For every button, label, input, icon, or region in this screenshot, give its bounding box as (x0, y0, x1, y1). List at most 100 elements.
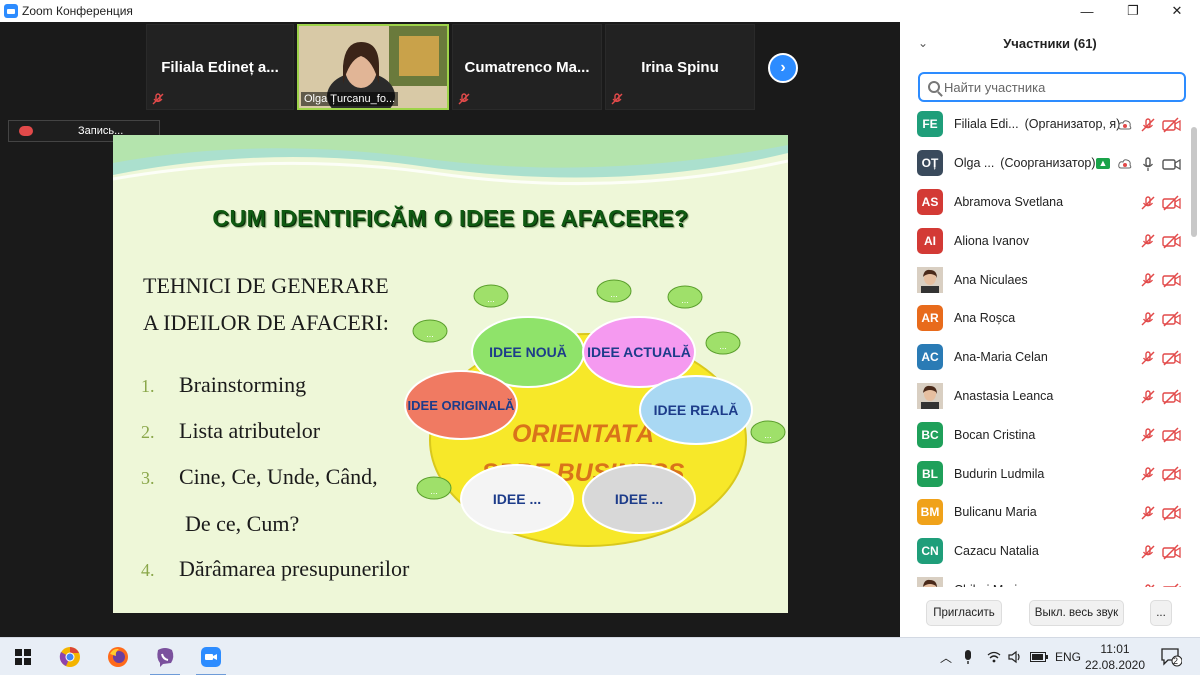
participant-row[interactable]: AC Ana-Maria Celan (900, 338, 1190, 377)
active-speaker-thumbnail[interactable]: Olga Țurcanu_fo... (297, 24, 449, 110)
wifi-icon[interactable] (987, 638, 1001, 675)
bubble-label: IDEE NOUĂ (489, 344, 567, 360)
participant-row[interactable]: Chilari Maria (900, 571, 1190, 587)
invite-button[interactable]: Пригласить (926, 600, 1002, 626)
participant-row[interactable]: AS Abramova Svetlana (900, 183, 1190, 222)
camera-icon[interactable] (1162, 156, 1182, 172)
clock-date: 22.08.2020 (1084, 658, 1146, 672)
mic-muted-icon[interactable] (1140, 350, 1156, 366)
camera-off-icon[interactable] (1162, 389, 1182, 405)
ideas-diagram: ORIENTATĂ SPRE BUSINESS IDEE NOUĂ IDEE A… (404, 279, 786, 547)
mic-muted-icon[interactable] (1140, 311, 1156, 327)
minimize-button[interactable]: — (1064, 0, 1110, 22)
speaker-name: Olga Țurcanu_fo... (301, 92, 399, 106)
next-page-arrow-icon[interactable]: › (768, 53, 798, 83)
more-button[interactable]: ... (1150, 600, 1172, 626)
participants-title: Участники (61) (1003, 35, 1097, 51)
windows-start-icon[interactable] (0, 638, 46, 675)
camera-off-icon[interactable] (1162, 466, 1182, 482)
mic-muted-icon[interactable] (1140, 117, 1156, 133)
avatar (917, 576, 943, 587)
participant-row[interactable]: Ana Niculaes (900, 260, 1190, 299)
battery-icon[interactable] (1030, 638, 1048, 675)
camera-off-icon[interactable] (1162, 350, 1182, 366)
camera-off-icon[interactable] (1162, 544, 1182, 560)
viber-icon[interactable] (142, 638, 188, 675)
search-icon (928, 81, 940, 93)
mic-muted-icon (611, 93, 623, 105)
camera-off-icon[interactable] (1162, 583, 1182, 587)
mic-muted-icon[interactable] (1140, 272, 1156, 288)
mic-muted-icon[interactable] (1140, 233, 1156, 249)
participant-name: Cumatrenco Ma... (464, 59, 590, 76)
system-clock[interactable]: 11:01 22.08.2020 (1078, 641, 1152, 673)
mic-muted-icon[interactable] (1140, 427, 1156, 443)
svg-text:...: ... (764, 430, 772, 440)
camera-off-icon[interactable] (1162, 505, 1182, 521)
video-thumbnail[interactable]: Filiala Edineț a... (146, 24, 294, 110)
mic-muted-icon[interactable] (1140, 389, 1156, 405)
video-thumbnail[interactable]: Irina Spinu (605, 24, 755, 110)
microphone-tray-icon[interactable] (963, 638, 973, 675)
firefox-icon[interactable] (95, 638, 141, 675)
panel-header: ⌄ Участники (61) (900, 22, 1200, 64)
slide-list-item: 2. Lista atributelor (141, 418, 321, 443)
search-input[interactable] (944, 79, 1174, 95)
mute-all-button[interactable]: Выкл. весь звук (1029, 600, 1124, 626)
windows-taskbar: ︿ ENG 11:01 22.08.2020 2 (0, 637, 1200, 675)
participants-panel: ⌄ Участники (61) FE Filiala Edi... (Органи… (900, 22, 1200, 637)
participant-row[interactable]: BM Bulicanu Maria (900, 493, 1190, 532)
close-button[interactable]: ✕ (1154, 0, 1200, 22)
participant-row[interactable]: FE Filiala Edi... (Организатор, я) (900, 105, 1190, 144)
participant-name: Filiala Edi... (954, 117, 1019, 132)
camera-off-icon[interactable] (1162, 427, 1182, 443)
participant-row[interactable]: OȚ Olga ... (Соорганизатор) ▲ (900, 144, 1190, 183)
participant-list-scrollbar[interactable] (1190, 105, 1198, 587)
participant-row[interactable]: AR Ana Roșca (900, 299, 1190, 338)
notification-center[interactable]: 2 (1160, 638, 1182, 675)
camera-off-icon[interactable] (1162, 272, 1182, 288)
mic-muted-icon[interactable] (1140, 544, 1156, 560)
center-text: ORIENTATĂ (512, 419, 654, 448)
participant-row[interactable]: Anastasia Leanca (900, 377, 1190, 416)
bubble-label: IDEE ... (615, 491, 663, 507)
avatar: BL (917, 460, 943, 487)
mic-muted-icon[interactable] (1140, 195, 1156, 211)
participant-row[interactable]: AI Aliona Ivanov (900, 221, 1190, 260)
mic-icon[interactable] (1140, 156, 1156, 172)
camera-off-icon[interactable] (1162, 195, 1182, 211)
camera-off-icon[interactable] (1162, 311, 1182, 327)
avatar: FE (917, 111, 943, 138)
participant-search[interactable] (918, 72, 1186, 102)
slide-title: CUM IDENTIFICĂM O IDEE DE AFACERE? (212, 205, 689, 231)
mic-muted-icon[interactable] (1140, 505, 1156, 521)
notification-count: 2 (1173, 656, 1179, 666)
participant-name: Anastasia Leanca (954, 388, 1054, 403)
mic-muted-icon[interactable] (1140, 583, 1156, 587)
participant-name: Ana Niculaes (954, 272, 1028, 287)
volume-icon[interactable] (1008, 638, 1024, 675)
participant-row[interactable]: CN Cazacu Natalia (900, 532, 1190, 571)
scrollbar-thumb[interactable] (1191, 127, 1197, 237)
chrome-icon[interactable] (47, 638, 93, 675)
show-hidden-icons-chevron-icon[interactable]: ︿ (940, 638, 952, 675)
camera-off-icon[interactable] (1162, 233, 1182, 249)
participant-name: Chilari Maria (954, 583, 1024, 587)
zoom-taskbar-icon[interactable] (188, 638, 234, 675)
participant-name: Olga ... (954, 156, 995, 171)
window-title: Zoom Конференция (22, 4, 133, 18)
participant-row[interactable]: BL Budurin Ludmila (900, 454, 1190, 493)
camera-off-icon[interactable] (1162, 117, 1182, 133)
participant-name: Filiala Edineț a... (161, 59, 279, 76)
slide-list-item: 3. Cine, Ce, Unde, Când, (141, 464, 378, 489)
cloud-record-icon (19, 126, 33, 136)
video-thumbnail[interactable]: Cumatrenco Ma... (452, 24, 602, 110)
participant-row[interactable]: BC Bocan Cristina (900, 415, 1190, 454)
zoom-app-icon (4, 4, 18, 18)
participant-name: Budurin Ludmila (954, 466, 1045, 481)
mic-muted-icon (458, 93, 470, 105)
maximize-button[interactable]: ❐ (1110, 0, 1156, 22)
avatar: BM (917, 499, 943, 526)
mic-muted-icon[interactable] (1140, 466, 1156, 482)
zoom-window: Zoom Конференция — ❐ ✕ Filiala Edineț a.… (0, 0, 1200, 675)
